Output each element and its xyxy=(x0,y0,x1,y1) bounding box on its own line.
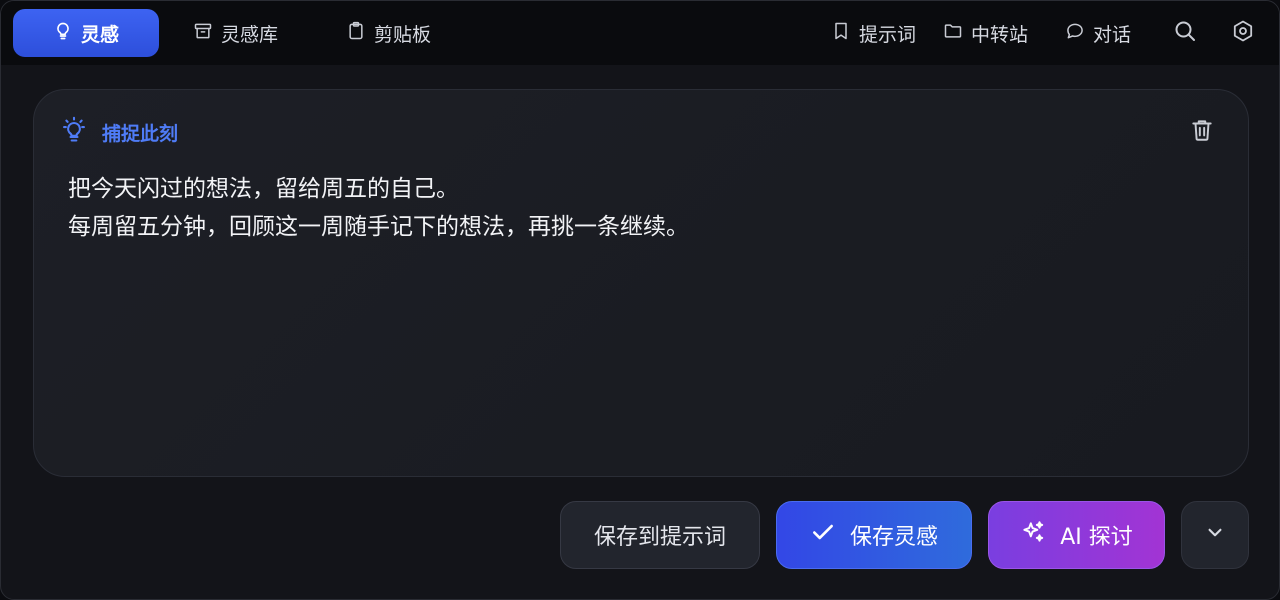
tab-inspiration-label: 灵感 xyxy=(80,23,119,46)
chevron-down-icon xyxy=(1202,519,1228,551)
nav-prompts[interactable]: 提示词 xyxy=(831,9,916,57)
nav-transfer-label: 中转站 xyxy=(971,23,1029,46)
tab-library[interactable]: 灵感库 xyxy=(193,9,278,57)
search-icon xyxy=(1173,19,1197,47)
tab-clipboard[interactable]: 剪贴板 xyxy=(346,9,431,57)
more-options-button[interactable] xyxy=(1181,501,1249,569)
note-text-area[interactable]: 把今天闪过的想法，留给周五的自己。 每周留五分钟，回顾这一周随手记下的想法，再挑… xyxy=(68,170,1208,450)
save-to-prompt-label: 保存到提示词 xyxy=(593,525,726,550)
nav-prompts-label: 提示词 xyxy=(859,23,917,46)
save-inspiration-button[interactable]: 保存灵感 xyxy=(776,501,972,569)
delete-button[interactable] xyxy=(1186,116,1218,148)
capture-card: 捕捉此刻 把今天闪过的想法，留给周五的自己。 每周留五分钟，回顾这一周随手记下的… xyxy=(33,89,1249,477)
tab-inspiration[interactable]: 灵感 xyxy=(13,9,159,57)
folder-icon xyxy=(943,21,963,46)
nav-chat-label: 对话 xyxy=(1093,23,1132,46)
nav-transfer[interactable]: 中转站 xyxy=(943,9,1028,57)
ai-explore-button[interactable]: AI 探讨 xyxy=(988,501,1165,569)
lightbulb-icon xyxy=(53,21,73,46)
tab-clipboard-label: 剪贴板 xyxy=(374,23,432,46)
app-window: 灵感 灵感库 剪贴板 提示词 中转站 对话 捕捉此刻 把今天闪过的想法，留给周五… xyxy=(0,0,1280,600)
save-to-prompt-button[interactable]: 保存到提示词 xyxy=(560,501,760,569)
settings-button[interactable] xyxy=(1227,17,1259,49)
hexagon-settings-icon xyxy=(1231,19,1255,47)
card-title: 捕捉此刻 xyxy=(102,122,179,145)
lightbulb-icon xyxy=(60,116,88,148)
note-line: 把今天闪过的想法，留给周五的自己。 xyxy=(68,176,459,202)
note-line: 每周留五分钟，回顾这一周随手记下的想法，再挑一条继续。 xyxy=(68,214,689,240)
archive-icon xyxy=(193,21,213,46)
clipboard-icon xyxy=(346,21,366,46)
card-header: 捕捉此刻 xyxy=(60,116,179,148)
bookmark-icon xyxy=(831,21,851,46)
sparkles-icon xyxy=(1020,519,1046,551)
save-inspiration-label: 保存灵感 xyxy=(849,525,938,550)
chat-bubble-icon xyxy=(1065,21,1085,46)
ai-explore-label: AI 探讨 xyxy=(1060,525,1133,550)
trash-icon xyxy=(1189,117,1215,147)
check-icon xyxy=(810,519,836,551)
top-navigation-bar: 灵感 灵感库 剪贴板 提示词 中转站 对话 xyxy=(1,1,1279,65)
search-button[interactable] xyxy=(1169,17,1201,49)
nav-chat[interactable]: 对话 xyxy=(1065,9,1131,57)
tab-library-label: 灵感库 xyxy=(221,23,279,46)
